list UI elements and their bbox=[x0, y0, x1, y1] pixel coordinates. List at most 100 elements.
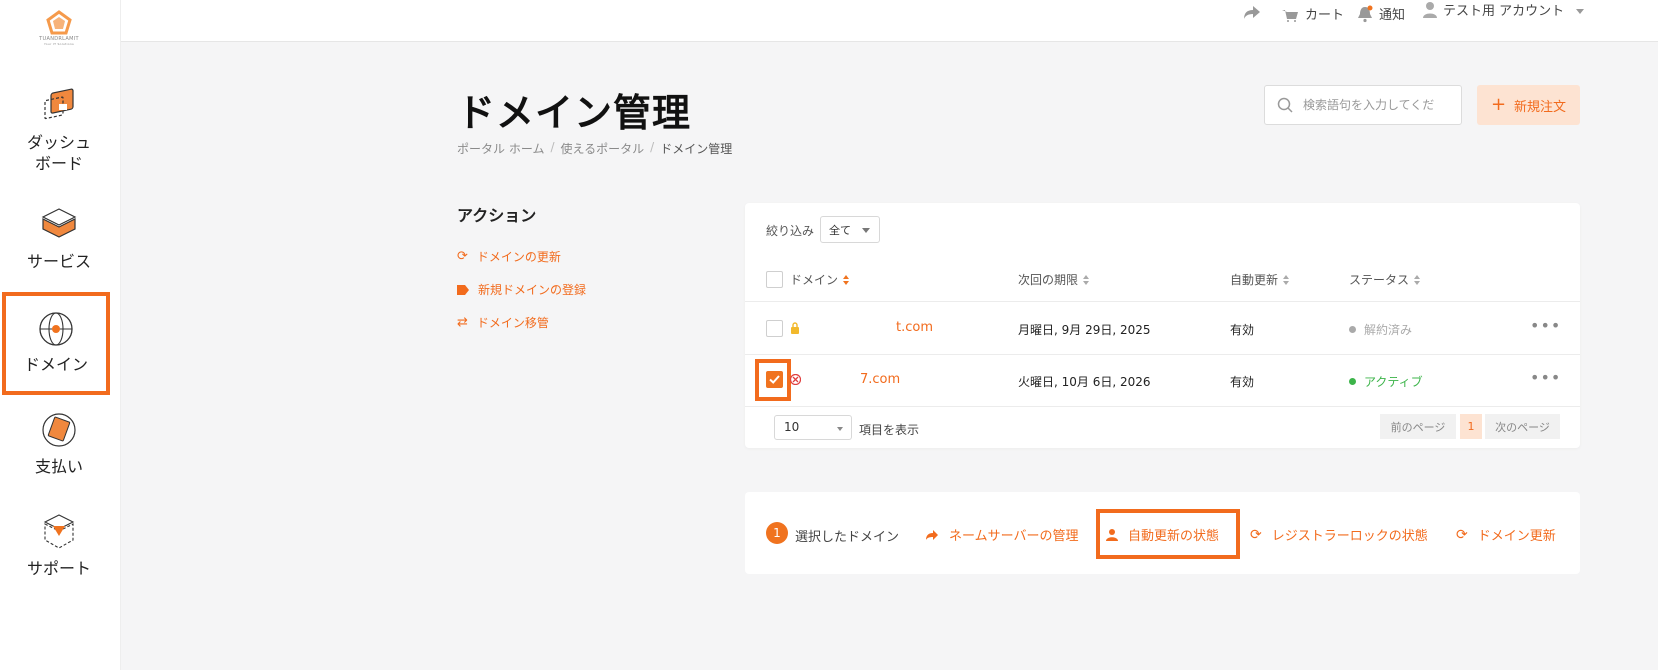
domain-link[interactable]: 7.com bbox=[860, 372, 900, 387]
domain-link[interactable]: t.com bbox=[896, 320, 933, 335]
domains-table-card: 絞り込み 全て ドメイン 次回の期限 自動更新 ステータス t.com 月曜日,… bbox=[745, 203, 1580, 448]
bulk-action-label: レジストラーロックの状態 bbox=[1271, 529, 1428, 544]
sort-icon bbox=[1414, 274, 1421, 285]
sidebar-item-label: ダッシュボード bbox=[26, 133, 91, 173]
select-all-checkbox[interactable] bbox=[766, 271, 783, 288]
refresh-icon: ⟳ bbox=[457, 249, 468, 264]
caret-down-icon bbox=[862, 228, 870, 233]
row-more-button[interactable]: ••• bbox=[1530, 316, 1561, 335]
lock-icon bbox=[791, 322, 799, 334]
notifications-label: 通知 bbox=[1379, 8, 1406, 23]
chevron-down-icon bbox=[1576, 9, 1585, 14]
breadcrumb: ポータル ホーム / 使えるポータル / ドメイン管理 bbox=[457, 140, 732, 157]
per-page-label: 項目を表示 bbox=[859, 423, 920, 437]
auto-renew-cell: 有効 bbox=[1230, 375, 1255, 389]
dashboard-icon bbox=[44, 88, 74, 120]
service-box-icon bbox=[41, 208, 77, 238]
notifications-button[interactable]: 通知 bbox=[1357, 4, 1405, 23]
user-icon bbox=[1106, 528, 1118, 541]
new-order-button[interactable]: + 新規注文 bbox=[1477, 85, 1580, 125]
share-icon bbox=[926, 529, 938, 540]
sidebar-item-payments[interactable]: 支払い bbox=[0, 410, 118, 477]
status-label: 解約済み bbox=[1364, 323, 1413, 337]
plus-icon: + bbox=[1490, 94, 1507, 115]
sidebar-item-services[interactable]: サービス bbox=[0, 205, 118, 272]
bell-icon bbox=[1358, 5, 1373, 22]
row-checkbox[interactable] bbox=[766, 371, 783, 388]
globe-icon bbox=[39, 312, 73, 346]
new-order-label: 新規注文 bbox=[1514, 99, 1567, 115]
bulk-action-label: ドメイン更新 bbox=[1477, 529, 1556, 544]
action-register-domain[interactable]: 新規ドメインの登録 bbox=[457, 281, 586, 298]
column-header-label: ドメイン bbox=[790, 273, 839, 287]
per-page-select[interactable]: 10 bbox=[774, 415, 852, 440]
actions-title: アクション bbox=[457, 206, 537, 225]
sort-icon bbox=[1083, 274, 1090, 285]
row-more-button[interactable]: ••• bbox=[1530, 368, 1561, 387]
breadcrumb-separator: / bbox=[550, 140, 555, 154]
page-number-button[interactable]: 1 bbox=[1460, 414, 1482, 439]
status-cell: 解約済み bbox=[1349, 321, 1412, 338]
page-title: ドメイン管理 bbox=[457, 91, 692, 135]
logo-subtext: Your IT Solutions bbox=[44, 42, 74, 46]
payment-icon bbox=[42, 413, 76, 447]
sidebar-item-label: ドメイン bbox=[23, 355, 88, 374]
column-header-due-date[interactable]: 次回の期限 bbox=[1018, 271, 1090, 288]
status-cell: アクティブ bbox=[1349, 373, 1423, 390]
action-label: ドメイン移管 bbox=[476, 316, 549, 330]
search-box[interactable] bbox=[1264, 85, 1462, 125]
brand-logo[interactable]: TUANDRLAMIT Your IT Solutions bbox=[35, 10, 83, 50]
refresh-icon: ⟳ bbox=[1456, 526, 1468, 543]
next-page-button[interactable]: 次のページ bbox=[1485, 414, 1560, 439]
action-renew-domain[interactable]: ⟳ ドメインの更新 bbox=[457, 248, 561, 265]
caret-down-icon bbox=[837, 427, 843, 431]
column-header-auto-renew[interactable]: 自動更新 bbox=[1230, 271, 1290, 288]
bulk-action-label: 自動更新の状態 bbox=[1128, 529, 1220, 544]
manage-nameservers-button[interactable]: ネームサーバーの管理 bbox=[925, 525, 1078, 544]
sidebar-item-domains[interactable]: ドメイン bbox=[2, 292, 110, 395]
status-label: アクティブ bbox=[1364, 375, 1423, 389]
column-header-label: 次回の期限 bbox=[1018, 273, 1079, 287]
bulk-actions-bar: 1 選択したドメイン ネームサーバーの管理 自動更新の状態 ⟳ レジストラーロッ… bbox=[745, 492, 1580, 574]
cart-label: カート bbox=[1305, 8, 1345, 23]
per-page-value: 10 bbox=[784, 420, 800, 434]
action-label: ドメインの更新 bbox=[476, 250, 561, 264]
top-bar: カート 通知 テスト用 アカウント bbox=[121, 0, 1658, 42]
sidebar-item-dashboard[interactable]: ダッシュボード bbox=[0, 86, 118, 174]
column-header-status[interactable]: ステータス bbox=[1349, 271, 1421, 288]
auto-renew-status-button[interactable]: 自動更新の状態 bbox=[1106, 525, 1219, 544]
action-label: 新規ドメインの登録 bbox=[478, 283, 587, 297]
support-icon bbox=[43, 514, 75, 549]
registrar-lock-status-button[interactable]: ⟳ レジストラーロックの状態 bbox=[1250, 525, 1428, 545]
logo-icon bbox=[46, 10, 72, 35]
sort-icon bbox=[1283, 274, 1290, 285]
search-input[interactable] bbox=[1303, 98, 1443, 112]
row-checkbox[interactable] bbox=[766, 320, 783, 337]
unlocked-icon bbox=[790, 374, 801, 385]
sidebar-item-label: サポート bbox=[26, 559, 91, 578]
breadcrumb-separator: / bbox=[650, 140, 655, 154]
status-dot bbox=[1349, 326, 1356, 333]
filter-select[interactable]: 全て bbox=[820, 216, 880, 243]
divider bbox=[745, 406, 1580, 407]
renew-domain-button[interactable]: ⟳ ドメイン更新 bbox=[1456, 525, 1556, 545]
account-menu[interactable]: テスト用 アカウント bbox=[1423, 0, 1585, 19]
divider bbox=[745, 301, 1580, 302]
column-header-label: 自動更新 bbox=[1230, 273, 1279, 287]
cart-button[interactable]: カート bbox=[1281, 4, 1344, 23]
selected-domains-label: 選択したドメイン bbox=[795, 530, 900, 545]
sidebar-item-support[interactable]: サポート bbox=[0, 512, 118, 579]
breadcrumb-portal[interactable]: 使えるポータル bbox=[561, 140, 645, 157]
cart-icon bbox=[1282, 9, 1298, 22]
tag-icon bbox=[457, 284, 469, 295]
share-button[interactable] bbox=[1243, 4, 1261, 20]
breadcrumb-home[interactable]: ポータル ホーム bbox=[457, 140, 544, 157]
transfer-icon: ⇄ bbox=[457, 315, 468, 330]
column-header-domain[interactable]: ドメイン bbox=[790, 271, 850, 288]
breadcrumb-current: ドメイン管理 bbox=[660, 142, 733, 156]
sidebar: TUANDRLAMIT Your IT Solutions ダッシュボード サー… bbox=[0, 0, 121, 670]
action-transfer-domain[interactable]: ⇄ ドメイン移管 bbox=[457, 314, 549, 331]
divider bbox=[745, 354, 1580, 355]
prev-page-button[interactable]: 前のページ bbox=[1380, 414, 1456, 439]
filter-label: 絞り込み bbox=[766, 224, 815, 238]
